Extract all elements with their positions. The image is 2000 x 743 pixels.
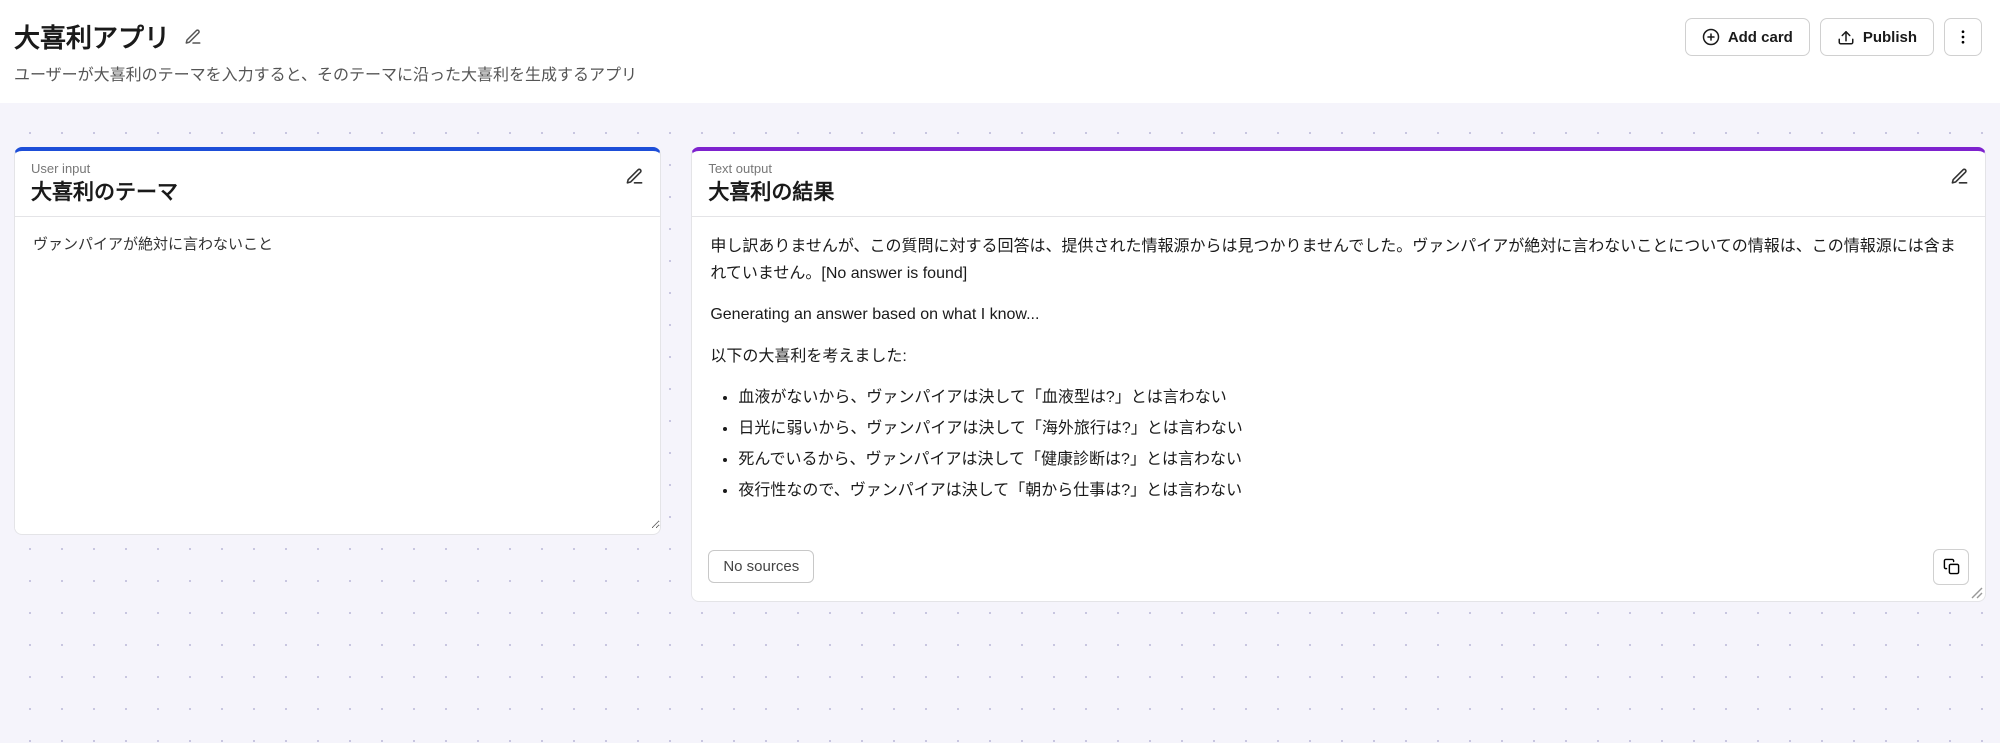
more-options-button[interactable]	[1944, 18, 1982, 56]
output-bullet-item: 血液がないから、ヴァンパイアは決して「血液型は?」とは言わない	[738, 384, 1967, 411]
output-paragraph-1: 申し訳ありませんが、この質問に対する回答は、提供された情報源からは見つかりません…	[710, 233, 1967, 287]
output-card-footer: No sources	[692, 535, 1985, 601]
output-card-type-label: Text output	[708, 161, 834, 176]
output-card-title: 大喜利の結果	[708, 176, 834, 206]
canvas-area: User input 大喜利のテーマ Text output 大喜利の結果	[0, 103, 2000, 743]
output-text: 申し訳ありませんが、この質問に対する回答は、提供された情報源からは見つかりません…	[710, 233, 1967, 505]
app-header: 大喜利アプリ ユーザーが大喜利のテーマを入力すると、そのテーマに沿った大喜利を生…	[0, 0, 2000, 103]
output-bullet-item: 夜行性なので、ヴァンパイアは決して「朝から仕事は?」とは言わない	[738, 477, 1967, 504]
title-row: 大喜利アプリ	[14, 18, 637, 55]
cards-row: User input 大喜利のテーマ Text output 大喜利の結果	[14, 147, 1986, 602]
output-bullet-item: 日光に弱いから、ヴァンパイアは決して「海外旅行は?」とは言わない	[738, 415, 1967, 442]
output-card-header-left: Text output 大喜利の結果	[708, 161, 834, 206]
output-bullet-item: 死んでいるから、ヴァンパイアは決して「健康診断は?」とは言わない	[738, 446, 1967, 473]
dots-vertical-icon	[1954, 28, 1972, 46]
publish-button[interactable]: Publish	[1820, 18, 1934, 56]
input-card-header-left: User input 大喜利のテーマ	[31, 161, 178, 206]
publish-label: Publish	[1863, 29, 1917, 46]
input-card-header: User input 大喜利のテーマ	[15, 151, 660, 217]
add-card-label: Add card	[1728, 29, 1793, 46]
output-card-header: Text output 大喜利の結果	[692, 151, 1985, 217]
text-output-card: Text output 大喜利の結果 申し訳ありませんが、この質問に対する回答は…	[691, 147, 1986, 602]
app-title: 大喜利アプリ	[14, 18, 170, 55]
edit-input-card-icon[interactable]	[625, 167, 644, 186]
copy-icon	[1943, 558, 1960, 575]
output-paragraph-2: Generating an answer based on what I kno…	[710, 301, 1967, 328]
input-card-title: 大喜利のテーマ	[31, 176, 178, 206]
edit-title-icon[interactable]	[184, 28, 202, 46]
output-card-body: 申し訳ありませんが、この質問に対する回答は、提供された情報源からは見つかりません…	[692, 217, 1985, 535]
plus-circle-icon	[1702, 28, 1720, 46]
user-input-card: User input 大喜利のテーマ	[14, 147, 661, 535]
copy-output-button[interactable]	[1933, 549, 1969, 585]
input-card-body	[15, 217, 660, 534]
sources-button[interactable]: No sources	[708, 550, 814, 583]
header-right: Add card Publish	[1685, 18, 1982, 56]
output-paragraph-3: 以下の大喜利を考えました:	[710, 343, 1967, 370]
add-card-button[interactable]: Add card	[1685, 18, 1810, 56]
input-card-type-label: User input	[31, 161, 178, 176]
publish-icon	[1837, 28, 1855, 46]
app-subtitle: ユーザーが大喜利のテーマを入力すると、そのテーマに沿った大喜利を生成するアプリ	[14, 61, 637, 85]
header-left: 大喜利アプリ ユーザーが大喜利のテーマを入力すると、そのテーマに沿った大喜利を生…	[14, 18, 637, 85]
edit-output-card-icon[interactable]	[1950, 167, 1969, 186]
user-input-textarea[interactable]	[15, 217, 660, 529]
output-bullet-list: 血液がないから、ヴァンパイアは決して「血液型は?」とは言わない 日光に弱いから、…	[710, 384, 1967, 505]
